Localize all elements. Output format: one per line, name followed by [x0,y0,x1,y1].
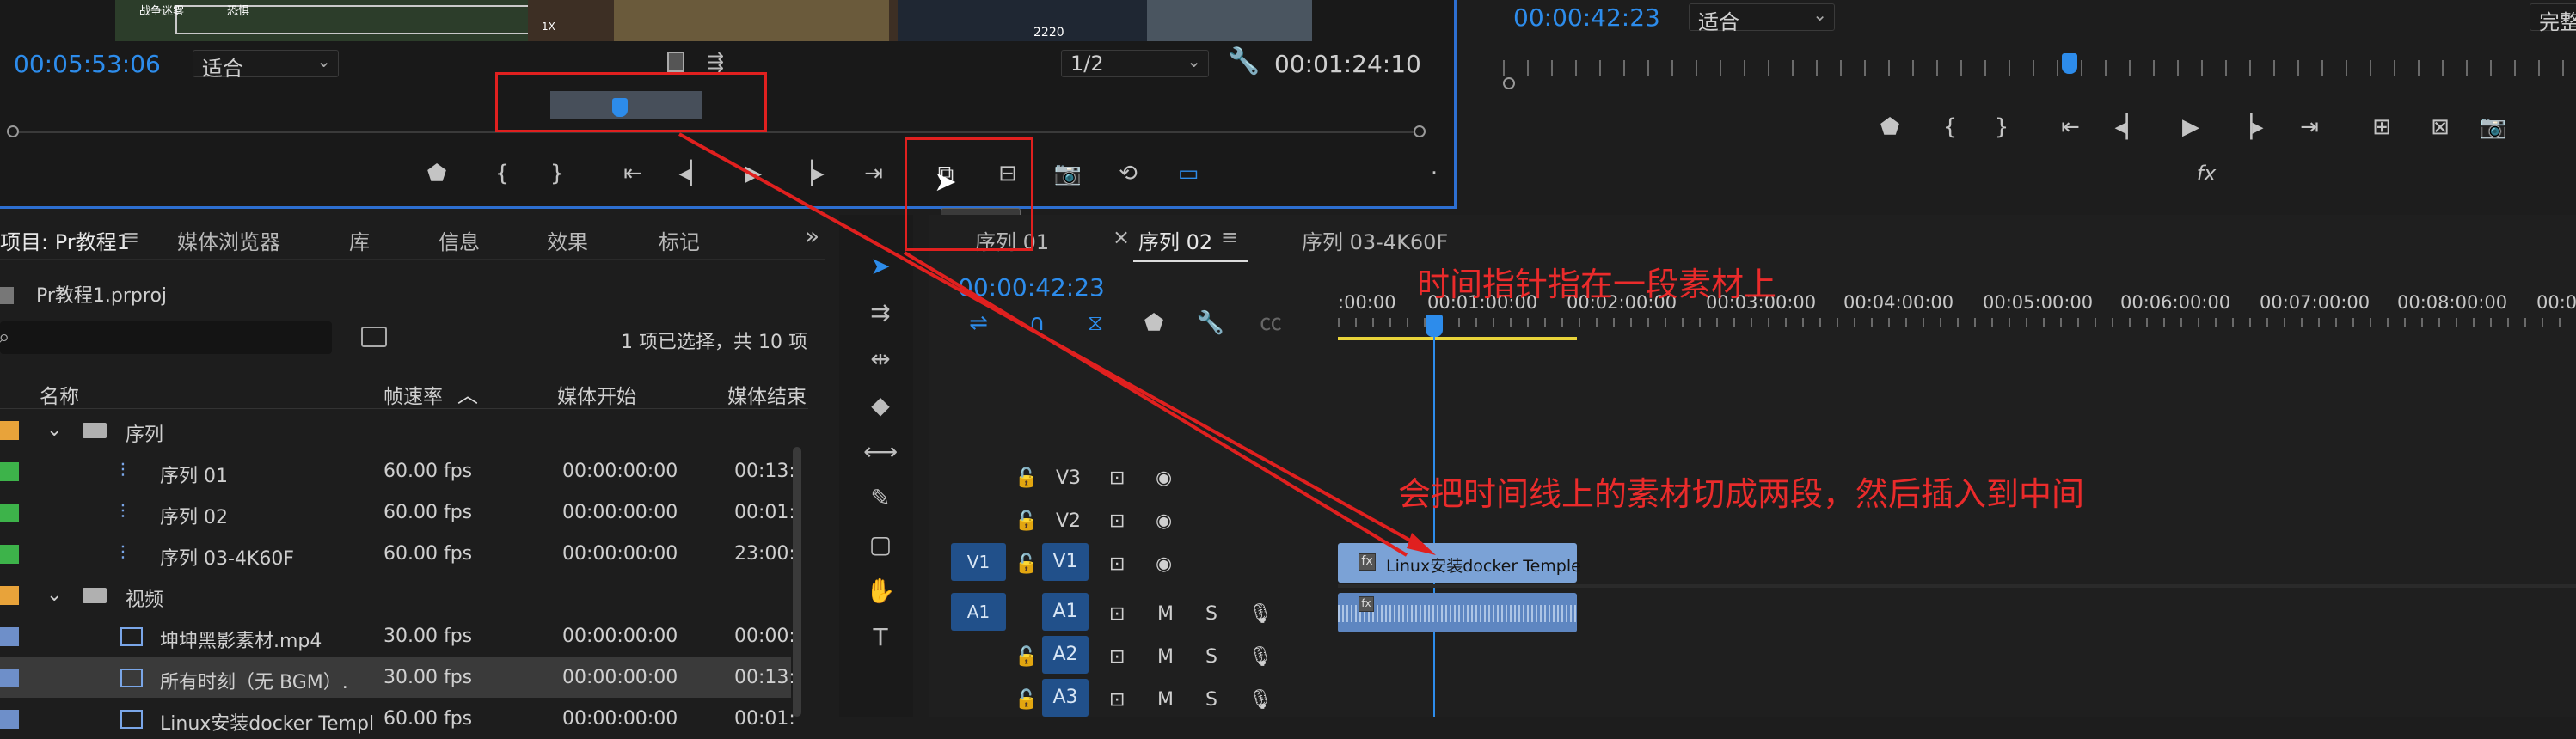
arrow-line-main [678,132,1428,552]
arrowhead-icon [1407,533,1436,555]
arrow-line-top [903,251,1408,557]
annotation-arrows [678,132,1436,557]
